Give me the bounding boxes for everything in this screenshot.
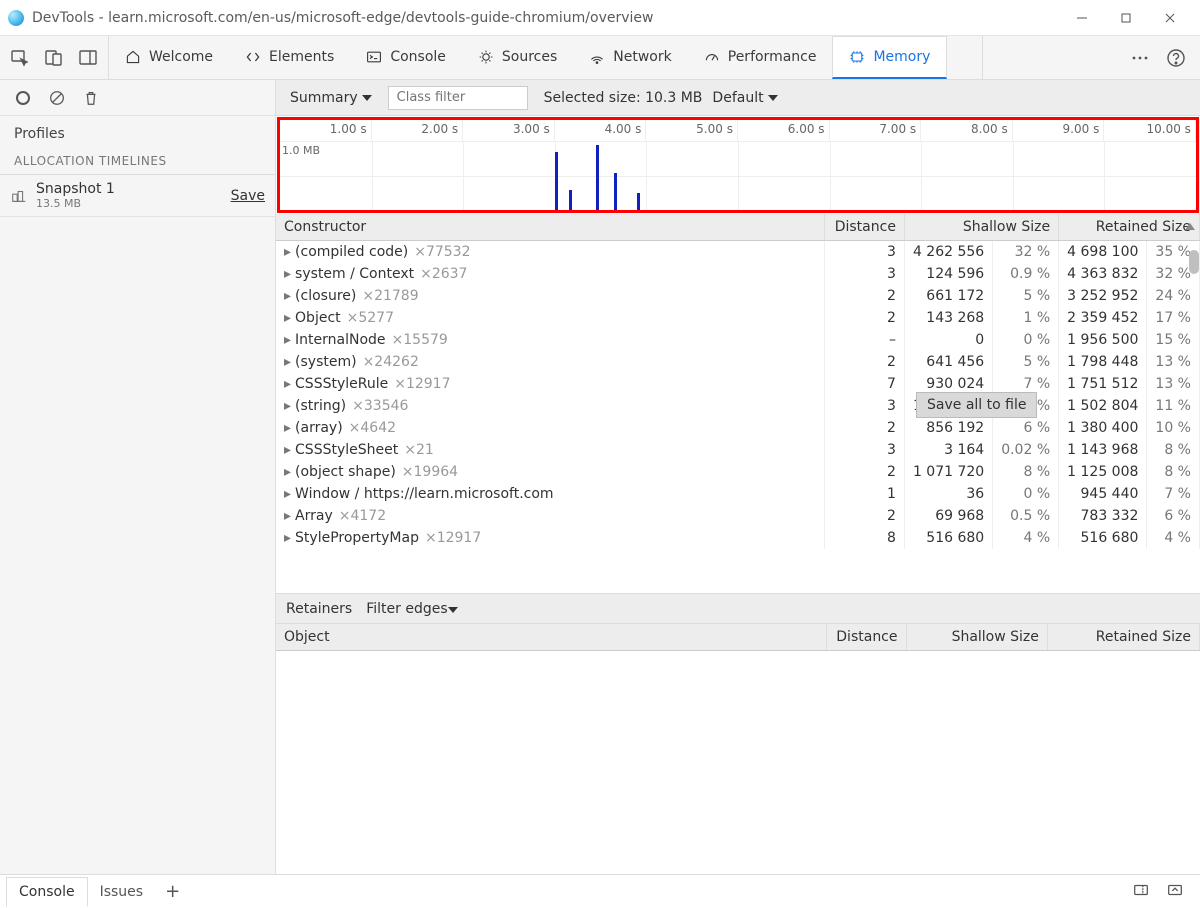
table-row[interactable]: ▸InternalNode×15579–00 %1 956 50015 %	[276, 329, 1200, 351]
timeline-tick: 3.00 s	[463, 120, 555, 141]
timeline-tick: 4.00 s	[555, 120, 647, 141]
chevron-down-icon	[362, 95, 372, 101]
drawer-add-button[interactable]: +	[155, 881, 190, 902]
table-row[interactable]: ▸(closure)×217892661 1725 %3 252 95224 %	[276, 285, 1200, 307]
allocation-timelines-label: ALLOCATION TIMELINES	[0, 148, 275, 175]
tab-sources[interactable]: Sources	[462, 36, 573, 79]
app-favicon	[8, 10, 24, 26]
timeline-tick: 9.00 s	[1013, 120, 1105, 141]
record-button[interactable]	[14, 89, 32, 107]
window-titlebar: DevTools - learn.microsoft.com/en-us/mic…	[0, 0, 1200, 36]
timeline-tick: 5.00 s	[646, 120, 738, 141]
allocation-bar	[614, 173, 617, 210]
selected-size-label: Selected size: 10.3 MB	[544, 90, 703, 106]
table-row[interactable]: ▸CSSStyleSheet×2133 1640.02 %1 143 9688 …	[276, 439, 1200, 461]
window-close-button[interactable]	[1148, 4, 1192, 32]
constructor-table: Constructor Distance Shallow Size Retain…	[276, 214, 1200, 549]
timeline-tick: 6.00 s	[738, 120, 830, 141]
th-distance[interactable]: Distance	[824, 214, 904, 241]
retainers-table: Object Distance Shallow Size Retained Si…	[276, 624, 1200, 651]
table-row[interactable]: ▸CSSStyleRule×129177930 0247 %1 751 5121…	[276, 373, 1200, 395]
table-row[interactable]: ▸Array×4172269 9680.5 %783 3326 %	[276, 505, 1200, 527]
tab-welcome[interactable]: Welcome	[109, 36, 229, 79]
filter-edges-dropdown[interactable]: Filter edges	[366, 601, 457, 617]
table-row[interactable]: ▸(object shape)×1996421 071 7208 %1 125 …	[276, 461, 1200, 483]
chevron-down-icon	[768, 95, 778, 101]
chevron-down-icon	[448, 607, 458, 613]
device-toggle-icon[interactable]	[44, 48, 64, 68]
drawer-tab-console[interactable]: Console	[6, 877, 88, 907]
table-row[interactable]: ▸(compiled code)×7753234 262 55632 %4 69…	[276, 241, 1200, 264]
inspect-element-icon[interactable]	[10, 48, 30, 68]
tab-welcome-label: Welcome	[149, 49, 213, 65]
tab-elements[interactable]: Elements	[229, 36, 350, 79]
bottom-drawer: Console Issues +	[0, 874, 1200, 908]
tab-performance-label: Performance	[728, 49, 817, 65]
profiles-sidebar: Profiles ALLOCATION TIMELINES Snapshot 1…	[0, 80, 276, 874]
drawer-dock-icon[interactable]	[1166, 881, 1184, 903]
drawer-expand-icon[interactable]	[1132, 881, 1150, 903]
timeline-tick: 1.00 s	[280, 120, 372, 141]
th-constructor[interactable]: Constructor	[276, 214, 824, 241]
th-shallow[interactable]: Shallow Size	[906, 624, 1047, 651]
default-dropdown[interactable]: Default	[712, 90, 777, 106]
tab-console[interactable]: Console	[350, 36, 462, 79]
allocation-bar	[569, 190, 572, 210]
help-icon[interactable]	[1166, 48, 1186, 68]
table-row[interactable]: ▸Window / https://learn.microsoft.com136…	[276, 483, 1200, 505]
sort-asc-icon	[1185, 223, 1195, 230]
tab-memory[interactable]: Memory	[832, 36, 947, 79]
snapshot-icon	[10, 187, 28, 205]
timeline-y-label: 1.0 MB	[282, 144, 320, 157]
profiles-heading: Profiles	[0, 116, 275, 148]
th-shallow[interactable]: Shallow Size	[904, 214, 1058, 241]
tab-network-label: Network	[613, 49, 671, 65]
save-all-to-file-button[interactable]: Save all to file	[916, 392, 1037, 418]
more-options-icon[interactable]	[1130, 48, 1150, 68]
table-row[interactable]: ▸(string)×3354631 502 80411 %1 502 80411…	[276, 395, 1200, 417]
allocation-bar	[596, 145, 599, 210]
snapshot-name: Snapshot 1	[36, 181, 223, 197]
summary-dropdown[interactable]: Summary	[284, 90, 378, 106]
retainers-label: Retainers	[286, 601, 352, 617]
scrollbar-thumb[interactable]	[1189, 250, 1199, 274]
memory-table-wrap: Constructor Distance Shallow Size Retain…	[276, 214, 1200, 594]
drawer-tab-issues[interactable]: Issues	[88, 878, 156, 906]
tab-performance[interactable]: Performance	[688, 36, 833, 79]
class-filter-input[interactable]	[388, 86, 528, 110]
retainers-panel: Retainers Filter edges Object Distance S…	[276, 594, 1200, 874]
allocation-bar	[637, 193, 640, 210]
table-row[interactable]: ▸(system)×242622641 4565 %1 798 44813 %	[276, 351, 1200, 373]
timeline-tick: 10.00 s	[1104, 120, 1196, 141]
window-maximize-button[interactable]	[1104, 4, 1148, 32]
snapshot-save-link[interactable]: Save	[231, 188, 265, 204]
window-title: DevTools - learn.microsoft.com/en-us/mic…	[32, 10, 653, 26]
tab-elements-label: Elements	[269, 49, 334, 65]
clear-button[interactable]	[48, 89, 66, 107]
timeline-tick: 7.00 s	[830, 120, 922, 141]
table-row[interactable]: ▸Object×52772143 2681 %2 359 45217 %	[276, 307, 1200, 329]
table-row[interactable]: ▸(array)×46422856 1926 %1 380 40010 %	[276, 417, 1200, 439]
memory-filterbar: Summary Selected size: 10.3 MB Default	[276, 80, 1200, 116]
allocation-timeline[interactable]: 1.00 s2.00 s3.00 s4.00 s5.00 s6.00 s7.00…	[277, 117, 1199, 213]
table-row[interactable]: ▸system / Context×26373124 5960.9 %4 363…	[276, 263, 1200, 285]
tab-console-label: Console	[390, 49, 446, 65]
tab-sources-label: Sources	[502, 49, 557, 65]
allocation-bar	[555, 152, 558, 210]
th-retained[interactable]: Retained Size	[1059, 214, 1200, 241]
delete-button[interactable]	[82, 89, 100, 107]
devtools-tabstrip: Welcome Elements Console Sources Network…	[0, 36, 1200, 80]
tab-memory-label: Memory	[873, 49, 930, 65]
th-distance[interactable]: Distance	[826, 624, 906, 651]
window-minimize-button[interactable]	[1060, 4, 1104, 32]
timeline-tick: 8.00 s	[921, 120, 1013, 141]
snapshot-item[interactable]: Snapshot 1 13.5 MB Save	[0, 175, 275, 217]
table-row[interactable]: ▸StylePropertyMap×129178516 6804 %516 68…	[276, 527, 1200, 549]
snapshot-size: 13.5 MB	[36, 197, 223, 210]
timeline-tick: 2.00 s	[372, 120, 464, 141]
tab-network[interactable]: Network	[573, 36, 687, 79]
dock-side-icon[interactable]	[78, 48, 98, 68]
th-object[interactable]: Object	[276, 624, 826, 651]
th-retained[interactable]: Retained Size	[1047, 624, 1199, 651]
